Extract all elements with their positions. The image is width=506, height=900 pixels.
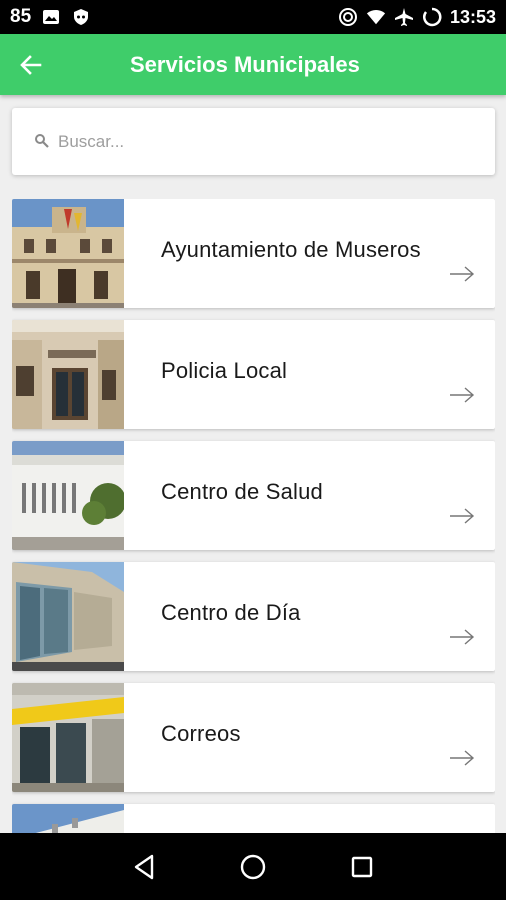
list-item[interactable] <box>12 804 495 833</box>
search-icon <box>34 133 52 151</box>
list-item-label: Centro de Día <box>161 600 301 625</box>
nav-back-button[interactable] <box>124 847 164 887</box>
back-triangle-icon <box>135 854 154 879</box>
battery-ring-icon <box>422 7 442 27</box>
list-item[interactable]: Centro de Día <box>12 562 495 671</box>
arrow-right-icon <box>450 750 475 766</box>
shield-icon <box>71 7 91 27</box>
list-item[interactable]: Ayuntamiento de Museros <box>12 199 495 308</box>
page-title: Servicios Municipales <box>130 51 360 77</box>
status-time: 13:53 <box>449 6 496 27</box>
list-item[interactable]: Centro de Salud <box>12 441 495 550</box>
list-item[interactable]: Policia Local <box>12 320 495 429</box>
home-circle-icon <box>240 854 266 879</box>
nav-home-button[interactable] <box>233 847 273 887</box>
sync-icon <box>338 7 358 27</box>
health-center-photo <box>12 441 124 550</box>
arrow-right-icon <box>450 266 475 282</box>
list-item-label: Correos <box>161 721 241 746</box>
search-input[interactable] <box>58 131 438 152</box>
town-hall-photo <box>12 199 124 308</box>
list-item[interactable]: Correos <box>12 683 495 792</box>
wifi-icon <box>366 7 386 27</box>
list-item-label: Ayuntamiento de Museros <box>161 237 421 262</box>
app-bar: Servicios Municipales <box>0 34 506 95</box>
building-photo <box>12 804 124 833</box>
day-center-photo <box>12 562 124 671</box>
police-building-photo <box>12 320 124 429</box>
arrow-left-icon <box>20 54 42 75</box>
list-item-label: Policia Local <box>161 358 288 383</box>
arrow-right-icon <box>450 508 475 524</box>
arrow-right-icon <box>450 387 475 403</box>
recents-square-icon <box>351 856 372 877</box>
back-button[interactable] <box>0 34 62 95</box>
airplane-icon <box>394 7 414 27</box>
image-icon <box>41 7 61 27</box>
status-number: 85 <box>10 6 32 27</box>
arrow-right-icon <box>450 629 475 645</box>
services-list: Ayuntamiento de Museros Policia Local Ce… <box>12 199 495 833</box>
nav-recents-button[interactable] <box>342 847 382 887</box>
system-nav-bar <box>0 833 506 900</box>
status-bar: 85 13:53 <box>0 0 506 34</box>
list-item-label: Centro de Salud <box>161 479 323 504</box>
search-box[interactable] <box>12 108 495 175</box>
post-office-photo <box>12 683 124 792</box>
